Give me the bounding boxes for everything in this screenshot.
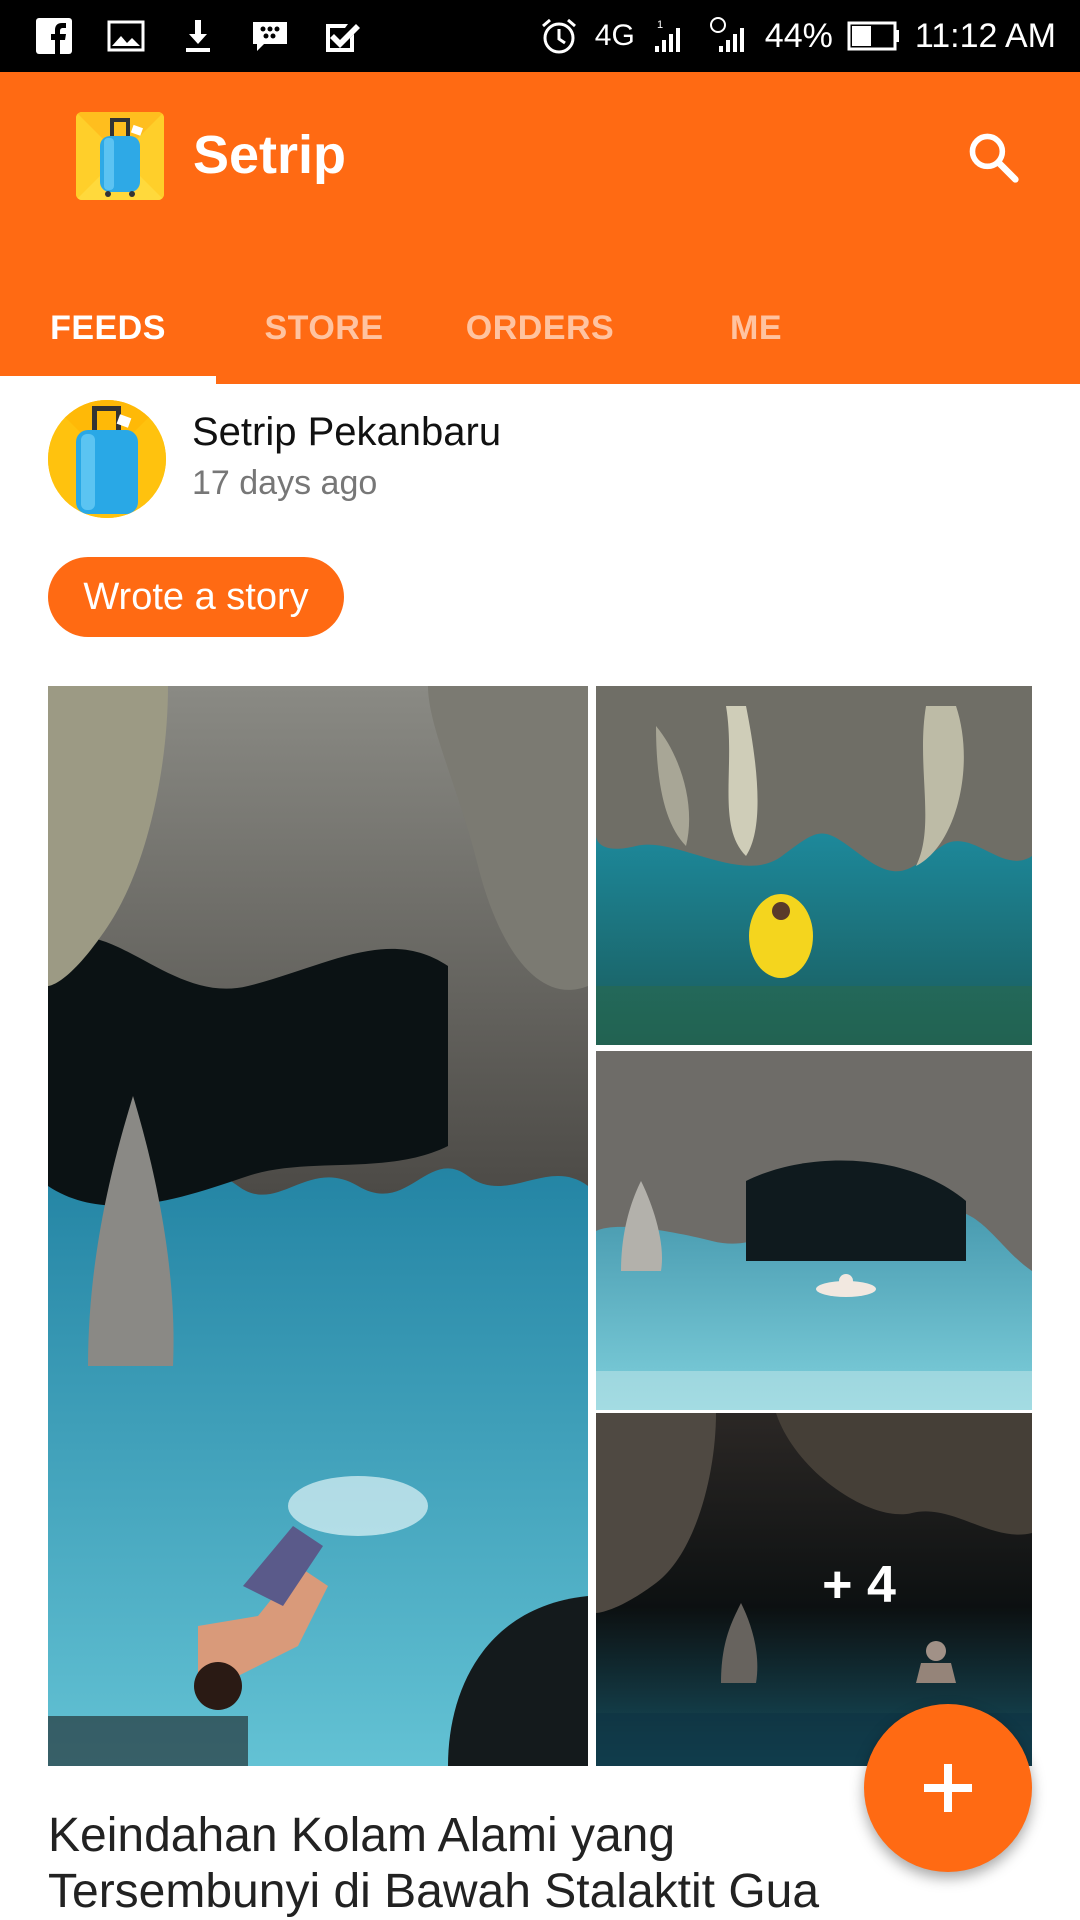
signal-icon-sim1: 1 — [649, 14, 693, 58]
clock: 11:12 AM — [914, 16, 1056, 55]
battery-icon — [847, 14, 901, 58]
network-type: 4G — [594, 19, 635, 52]
search-button[interactable] — [960, 124, 1026, 190]
signal-icon-sim2 — [707, 14, 751, 58]
wrote-story-badge[interactable]: Wrote a story — [48, 557, 344, 637]
alarm-icon — [537, 14, 581, 58]
post-photo-main[interactable] — [48, 686, 588, 1766]
tab-store[interactable]: STORE — [216, 272, 432, 384]
download-icon — [176, 14, 220, 58]
tab-feeds[interactable]: FEEDS — [0, 272, 216, 384]
post-header: Setrip Pekanbaru 17 days ago — [48, 400, 1028, 520]
author-name[interactable]: Setrip Pekanbaru — [192, 410, 501, 455]
avatar[interactable] — [48, 400, 166, 518]
tab-bar: FEEDS STORE ORDERS ME — [0, 272, 1080, 384]
bbm-icon — [248, 14, 292, 58]
add-post-button[interactable] — [864, 1704, 1032, 1872]
tab-indicator — [0, 376, 216, 384]
post-timestamp: 17 days ago — [192, 464, 378, 502]
gallery-icon — [104, 14, 148, 58]
app-title: Setrip — [193, 125, 347, 185]
post-photo-2[interactable] — [596, 686, 1032, 1045]
task-icon — [320, 14, 364, 58]
battery-percent: 44% — [764, 16, 833, 55]
post-title[interactable]: Keindahan Kolam Alami yang Tersembunyi d… — [48, 1808, 948, 1920]
svg-text:1: 1 — [657, 19, 663, 31]
status-bar: 4G 1 44% 11:12 AM — [0, 0, 1080, 72]
post-photo-3[interactable] — [596, 1051, 1032, 1410]
app-logo — [76, 112, 164, 200]
tab-orders[interactable]: ORDERS — [432, 272, 648, 384]
app-bar: Setrip FEEDS STORE ORDERS ME — [0, 72, 1080, 384]
tab-me[interactable]: ME — [648, 272, 864, 384]
plus-icon — [924, 1764, 972, 1812]
search-icon — [969, 133, 1019, 183]
facebook-icon — [32, 14, 76, 58]
